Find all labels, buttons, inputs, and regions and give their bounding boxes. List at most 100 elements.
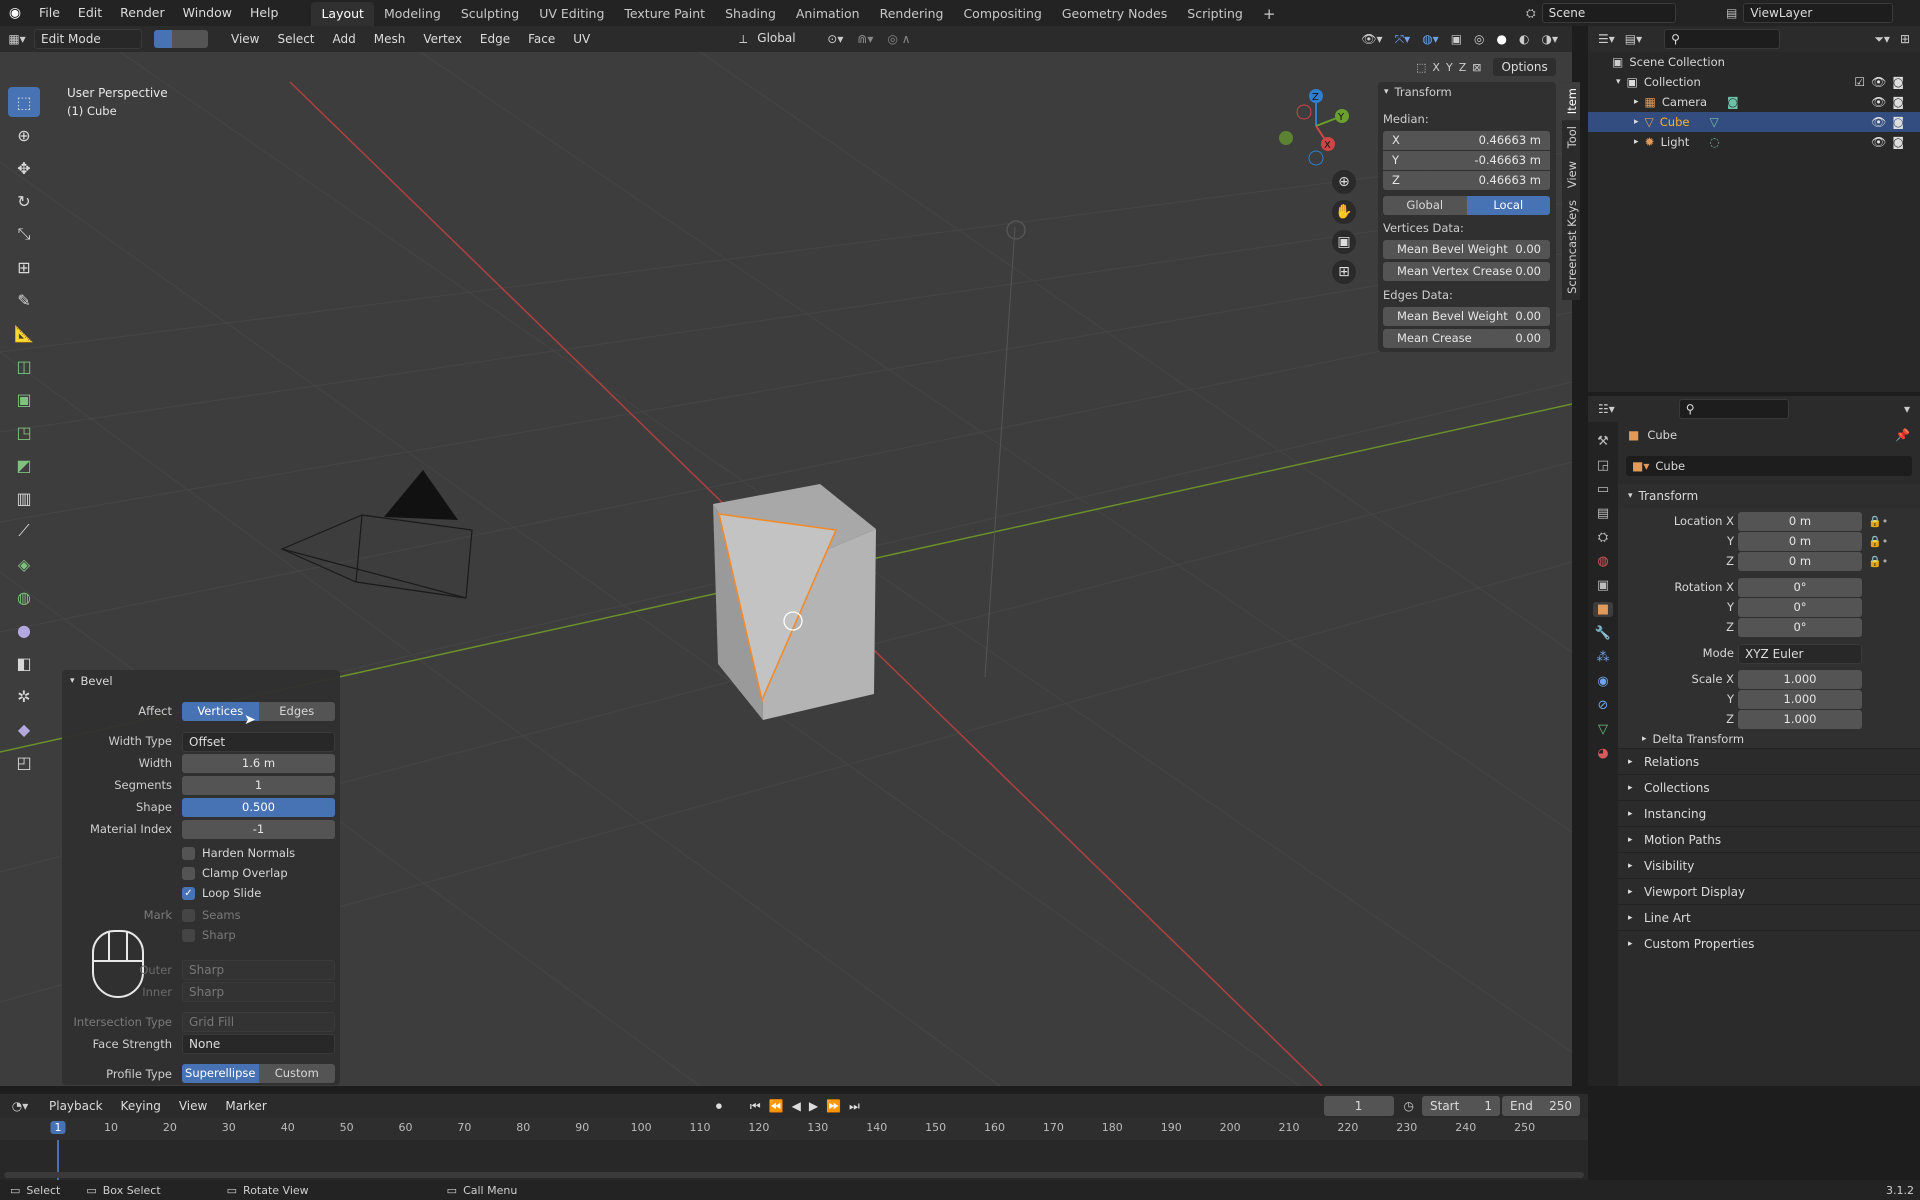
clock-icon[interactable]: ◷ [1404, 1099, 1414, 1113]
bevel-icon[interactable]: ◩ [8, 450, 40, 480]
xray-icon[interactable]: ▣ [1451, 32, 1462, 46]
vertex-select-icon[interactable] [154, 30, 172, 48]
delta-transform-header[interactable]: ▸ Delta Transform [1642, 732, 1744, 746]
tab-uv-editing[interactable]: UV Editing [529, 2, 614, 26]
tab-layout[interactable]: Layout [311, 1, 374, 26]
add-cube-icon[interactable]: ◫ [8, 351, 40, 381]
current-frame-field[interactable]: 1 [1323, 1096, 1394, 1116]
shading-rendered-icon[interactable]: ◑▾ [1542, 32, 1559, 46]
visibility-section[interactable]: ▸ Visibility [1618, 852, 1920, 878]
outliner-editor-icon[interactable]: ☰▾ [1598, 32, 1615, 46]
tool-settings-icon[interactable]: ⚒ [1597, 434, 1609, 449]
shading-wireframe-icon[interactable]: ◎ [1474, 32, 1484, 46]
knife-icon[interactable]: ⟋ [8, 516, 40, 546]
render-icon[interactable]: ◲ [1597, 458, 1609, 473]
timeline-menu-view[interactable]: View [170, 1093, 216, 1119]
scene-name[interactable]: Scene [1541, 3, 1676, 23]
tab-screencast-keys[interactable]: Screencast Keys [1562, 194, 1580, 300]
tab-tool[interactable]: Tool [1562, 120, 1580, 154]
custom-properties-section[interactable]: ▸ Custom Properties [1618, 930, 1920, 956]
rip-icon[interactable]: ◰ [8, 747, 40, 777]
segments-field[interactable]: 1 [182, 776, 335, 795]
sharp-checkbox[interactable]: Sharp [182, 928, 236, 942]
shape-slider[interactable]: 0.500 [182, 798, 335, 817]
ortho-grid-icon[interactable]: ⊞ [1332, 260, 1356, 284]
menu-uv[interactable]: UV [564, 26, 599, 52]
outliner-search-input[interactable]: ⚲ [1664, 29, 1781, 49]
jump-end-icon[interactable]: ⏭ [849, 1099, 860, 1114]
menu-help[interactable]: Help [241, 0, 288, 26]
transform-panel-header[interactable]: ▾ Transform [1618, 484, 1920, 508]
seams-checkbox[interactable]: Seams [182, 908, 241, 922]
smooth-icon[interactable]: ● [8, 615, 40, 645]
axis-x-toggle[interactable]: X [1432, 61, 1440, 74]
face-strength-dropdown[interactable]: None [182, 1034, 335, 1054]
menu-vertex[interactable]: Vertex [414, 26, 471, 52]
menu-window[interactable]: Window [174, 0, 241, 26]
transform-section-header[interactable]: ▾ Transform [1378, 82, 1556, 102]
shrink-icon[interactable]: ✲ [8, 681, 40, 711]
tab-view[interactable]: View [1562, 155, 1580, 194]
zoom-icon[interactable]: ⊕ [1332, 170, 1356, 194]
tab-texture-paint[interactable]: Texture Paint [614, 2, 715, 26]
menu-mesh[interactable]: Mesh [365, 26, 415, 52]
median-y-field[interactable]: Y -0.46663 m [1383, 151, 1550, 170]
measure-icon[interactable]: 📐 [8, 318, 40, 348]
tab-scripting[interactable]: Scripting [1177, 2, 1253, 26]
tab-compositing[interactable]: Compositing [953, 2, 1051, 26]
properties-editor-icon[interactable]: ☷▾ [1598, 402, 1615, 416]
width-field[interactable]: 1.6 m [182, 754, 335, 773]
add-workspace-icon[interactable]: + [1253, 2, 1286, 26]
world-icon[interactable]: ◍ [1597, 554, 1608, 569]
instancing-section[interactable]: ▸ Instancing [1618, 800, 1920, 826]
miter-inner-dropdown[interactable]: Sharp [182, 982, 335, 1002]
mean-bevel-weight-edge-field[interactable]: Mean Bevel Weight 0.00 [1383, 307, 1550, 326]
pan-hand-icon[interactable]: ✋ [1332, 200, 1356, 224]
relations-section[interactable]: ▸ Relations [1618, 748, 1920, 774]
record-icon[interactable]: ⏺ [716, 1099, 722, 1114]
shear-icon[interactable]: ◆ [8, 714, 40, 744]
affect-edges-button[interactable]: Edges [258, 702, 335, 721]
global-toggle[interactable]: Global [1383, 196, 1467, 215]
play-reverse-icon[interactable]: ◀ [792, 1099, 801, 1113]
viewlayer-name[interactable]: ViewLayer [1743, 3, 1894, 23]
physics-icon[interactable]: ◉ [1597, 674, 1608, 689]
filter-icon[interactable]: ⏷▾ [1874, 32, 1890, 47]
location-x-field[interactable]: 0 m [1738, 512, 1862, 531]
particles-icon[interactable]: ⁂ [1597, 650, 1610, 665]
scale-y-field[interactable]: 1.000 [1738, 690, 1862, 709]
tab-animation[interactable]: Animation [786, 2, 870, 26]
constraints-icon[interactable]: ⊘ [1598, 698, 1609, 713]
modifier-icon[interactable]: 🔧 [1595, 626, 1611, 641]
visibility-icon[interactable]: 👁▾ [1361, 32, 1382, 46]
select-box-icon[interactable]: ⬚ [8, 87, 40, 117]
poly-build-icon[interactable]: ◈ [8, 549, 40, 579]
menu-edit[interactable]: Edit [69, 0, 111, 26]
intersection-type-dropdown[interactable]: Grid Fill [182, 1012, 335, 1032]
menu-add[interactable]: Add [324, 26, 365, 52]
collections-section[interactable]: ▸ Collections [1618, 774, 1920, 800]
play-icon[interactable]: ▶ [809, 1099, 818, 1113]
annotate-icon[interactable]: ✎ [8, 285, 40, 315]
camera-toggles-icon[interactable]: 👁◙ [1871, 95, 1910, 109]
start-frame-field[interactable]: Start 1 [1422, 1096, 1500, 1116]
gizmo-icon[interactable]: ⤧▾ [1395, 32, 1411, 47]
profile-superellipse-button[interactable]: Superellipse [182, 1064, 259, 1083]
harden-normals-checkbox[interactable]: Harden Normals [182, 846, 295, 860]
loop-slide-checkbox[interactable]: ✓ Loop Slide [182, 886, 261, 900]
median-x-field[interactable]: X 0.46663 m [1383, 131, 1550, 150]
material-icon[interactable]: ◕ [1597, 746, 1608, 761]
loop-cut-icon[interactable]: ▥ [8, 483, 40, 513]
blender-logo-icon[interactable]: ◉ [0, 5, 30, 21]
menu-edge[interactable]: Edge [471, 26, 519, 52]
snap-icon[interactable]: ⋒▾ [857, 32, 873, 46]
proportional-edit-icon[interactable]: ◎ ∧ [887, 32, 910, 46]
tab-geometry-nodes[interactable]: Geometry Nodes [1052, 2, 1177, 26]
scene-selector[interactable]: ⛭ Scene [1526, 2, 1676, 24]
chevron-down-icon[interactable]: ▾ [1904, 402, 1910, 416]
object-icon[interactable]: ■ [1592, 602, 1614, 617]
line-art-section[interactable]: ▸ Line Art [1618, 904, 1920, 930]
outliner-row-collection[interactable]: ▾ ▣ Collection ☑👁◙ [1588, 72, 1920, 92]
display-mode-icon[interactable]: ▤▾ [1625, 32, 1642, 46]
rotation-y-field[interactable]: 0° [1738, 598, 1862, 617]
